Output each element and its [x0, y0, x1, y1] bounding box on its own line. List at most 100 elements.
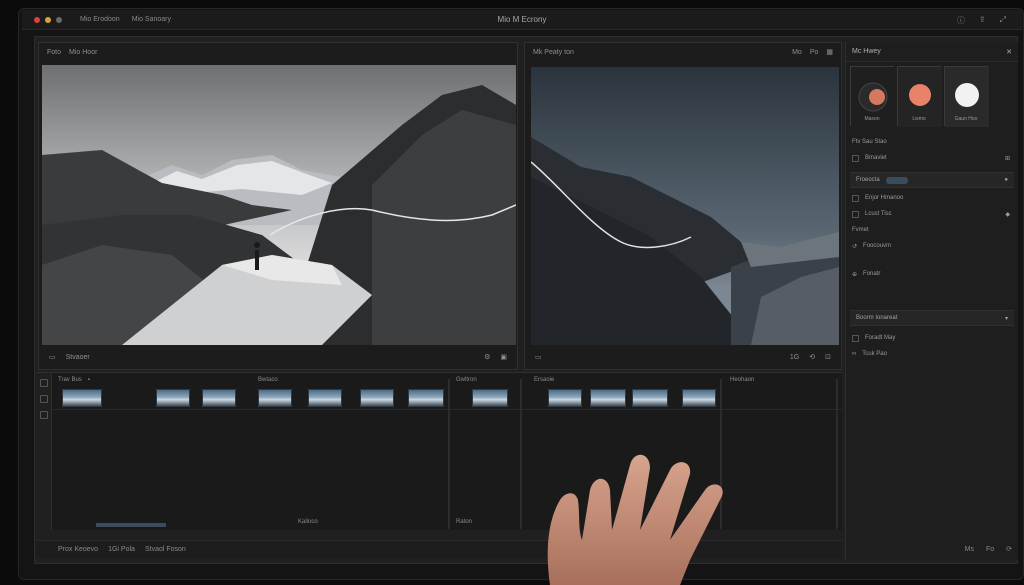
clip-thumbnail[interactable]	[472, 389, 508, 407]
track-name-3[interactable]: Gwltron	[456, 377, 477, 383]
clip-thumbnail[interactable]	[62, 389, 102, 407]
program-tool-1[interactable]: Mo	[792, 49, 802, 56]
track-lane	[52, 409, 842, 410]
program-viewer: Mk Peaty ton Mo Po ▦ ▭ 1G ⟲ ⊡	[524, 42, 842, 370]
trim-tool-icon[interactable]	[39, 395, 48, 403]
link-icon[interactable]: ∞	[852, 351, 856, 357]
program-tool-2[interactable]: Po	[810, 49, 819, 56]
footer-item-1[interactable]: Prox Keoevo	[58, 546, 98, 553]
program-footer-label: 1G	[789, 353, 800, 361]
inspector-row-8[interactable]: Foradt May	[852, 332, 1010, 344]
footer-item-3[interactable]: Stvaol Foson	[145, 546, 186, 553]
row-label-3: Enjor Hmanoo	[865, 195, 904, 201]
track-header-5: Heohaon	[730, 373, 754, 387]
checkbox[interactable]	[852, 154, 859, 162]
effect-thumb-1[interactable]: Mason	[850, 66, 895, 127]
track-name-2[interactable]: Bwtaco	[258, 377, 278, 383]
inspector-row-1[interactable]: Ftv Sau Stao	[852, 136, 1010, 148]
track-name-4[interactable]: Ersaoie	[534, 377, 554, 383]
row-label-1: Ftv Sau Stao	[852, 139, 887, 145]
effect-thumb-3[interactable]: Gaun Hoo	[944, 66, 989, 127]
viewer-tab-1[interactable]: Foto	[47, 49, 61, 56]
row-label-5: Fvmet	[852, 227, 869, 233]
section-header-2[interactable]: Boorm Ionareat ▾	[850, 310, 1014, 326]
program-viewer-footer: ▭ 1G ⟲ ⊡	[525, 345, 841, 369]
inspector-row-7[interactable]: ⊕ Fonatr	[852, 268, 1010, 280]
monitor-icon[interactable]: ▭	[49, 353, 56, 361]
loop-icon[interactable]: ⟲	[809, 353, 815, 361]
inspector-row-3[interactable]: Enjor Hmanoo	[852, 192, 1010, 204]
window-buttons	[34, 16, 62, 23]
track-name-1[interactable]: Trav Bus	[58, 377, 82, 383]
checkbox[interactable]	[852, 210, 859, 218]
circle-button-icon[interactable]: ●	[1004, 177, 1008, 183]
toggle-pill[interactable]	[885, 176, 908, 184]
blade-tool-icon[interactable]	[39, 411, 48, 419]
source-photo[interactable]	[42, 65, 516, 345]
menu-item-2[interactable]: Mio Sanoary	[132, 16, 171, 23]
section-header-1[interactable]: Froeocta ●	[850, 172, 1014, 188]
inspector-row-2[interactable]: Bmaviet ⊞	[852, 152, 1010, 164]
bottom-label-text-1: Kalloco	[298, 519, 318, 525]
settings-icon[interactable]: ⚙	[484, 353, 490, 361]
grid-icon[interactable]: ▦	[826, 48, 833, 56]
clip-thumbnail[interactable]	[682, 389, 716, 407]
track-lock-icon[interactable]: ▪	[88, 377, 90, 383]
clip-thumbnail[interactable]	[308, 389, 342, 407]
footer-item-2[interactable]: 1Gi Pola	[108, 546, 135, 553]
window-title: Mio M Ecrony	[497, 15, 547, 24]
viewer-tab-2[interactable]: Mio Hoor	[69, 49, 97, 56]
inspector-row-4[interactable]: Lcust Tisc ◆	[852, 208, 1010, 220]
row-label-4: Lcust Tisc	[865, 211, 892, 217]
section-label-2: Boorm Ionareat	[856, 315, 898, 321]
clip-thumbnail[interactable]	[632, 389, 668, 407]
menu-item-1[interactable]: Mio Erodoon	[80, 16, 120, 23]
inspector-panel: Mc Hwey ✕ Mason Lwmo Gaun Hoo Ftv Sau St…	[845, 42, 1018, 560]
clip-thumbnail[interactable]	[590, 389, 626, 407]
track-divider	[448, 379, 450, 529]
inspector-row-5[interactable]: Fvmet	[852, 224, 1010, 236]
audio-clip[interactable]	[96, 523, 166, 527]
track-name-5[interactable]: Heohaon	[730, 377, 754, 383]
program-viewer-title: Mk Peaty ton	[533, 48, 574, 56]
refresh-icon[interactable]: ⟳	[1006, 545, 1012, 553]
inspector-row-9[interactable]: ∞ Tcuk Pao	[852, 348, 1010, 360]
menu-bar: Mio Erodoon Mio Sanoary	[80, 16, 171, 23]
keyframe-icon[interactable]: ◆	[1005, 211, 1010, 218]
inspector-row-6[interactable]: ↺ Foocouvm	[852, 240, 1010, 252]
add-icon[interactable]: ⊕	[852, 271, 857, 278]
clip-thumbnail[interactable]	[360, 389, 394, 407]
clip-thumbnail[interactable]	[258, 389, 292, 407]
export-frame-icon[interactable]: ⊡	[825, 353, 831, 361]
minimize-button[interactable]	[45, 16, 51, 23]
clip-thumbnail[interactable]	[408, 389, 444, 407]
row-label-7: Fonatr	[863, 271, 881, 277]
select-tool-icon[interactable]	[39, 379, 48, 387]
effect-thumb-2[interactable]: Lwmo	[897, 66, 942, 127]
checkbox[interactable]	[852, 194, 859, 202]
clip-thumbnail[interactable]	[548, 389, 582, 407]
inspector-footer-1[interactable]: Ms	[965, 546, 974, 553]
checkbox[interactable]	[852, 334, 859, 342]
info-icon[interactable]: ⓘ	[957, 15, 965, 26]
close-button[interactable]	[34, 16, 40, 23]
expand-icon[interactable]: ⊞	[1005, 155, 1010, 162]
effect-thumbnails: Mason Lwmo Gaun Hoo	[850, 66, 989, 127]
timeline-bottom-label-1: Kalloco	[298, 515, 318, 529]
effect-thumb-label-2: Lwmo	[912, 116, 926, 122]
share-icon[interactable]: ⇪	[979, 15, 986, 26]
source-viewer: Foto Mio Hoor ▭ Stvaoer ⚙ ▣	[38, 42, 518, 370]
reset-icon[interactable]: ↺	[852, 243, 857, 250]
source-viewer-footer: ▭ Stvaoer ⚙ ▣	[39, 345, 517, 369]
monitor-icon-2[interactable]: ▭	[535, 353, 542, 361]
source-viewer-header: Foto Mio Hoor	[39, 43, 517, 61]
zoom-button[interactable]	[56, 16, 62, 23]
clip-thumbnail[interactable]	[202, 389, 236, 407]
clip-thumbnail[interactable]	[156, 389, 190, 407]
close-panel-icon[interactable]: ✕	[1006, 48, 1012, 56]
chevron-down-icon[interactable]: ▾	[1005, 315, 1008, 322]
fullscreen-viewer-icon[interactable]: ▣	[500, 353, 507, 361]
inspector-footer-2[interactable]: Fo	[986, 546, 994, 553]
program-photo[interactable]	[531, 67, 839, 345]
fullscreen-icon[interactable]: ⤢	[1000, 15, 1006, 26]
